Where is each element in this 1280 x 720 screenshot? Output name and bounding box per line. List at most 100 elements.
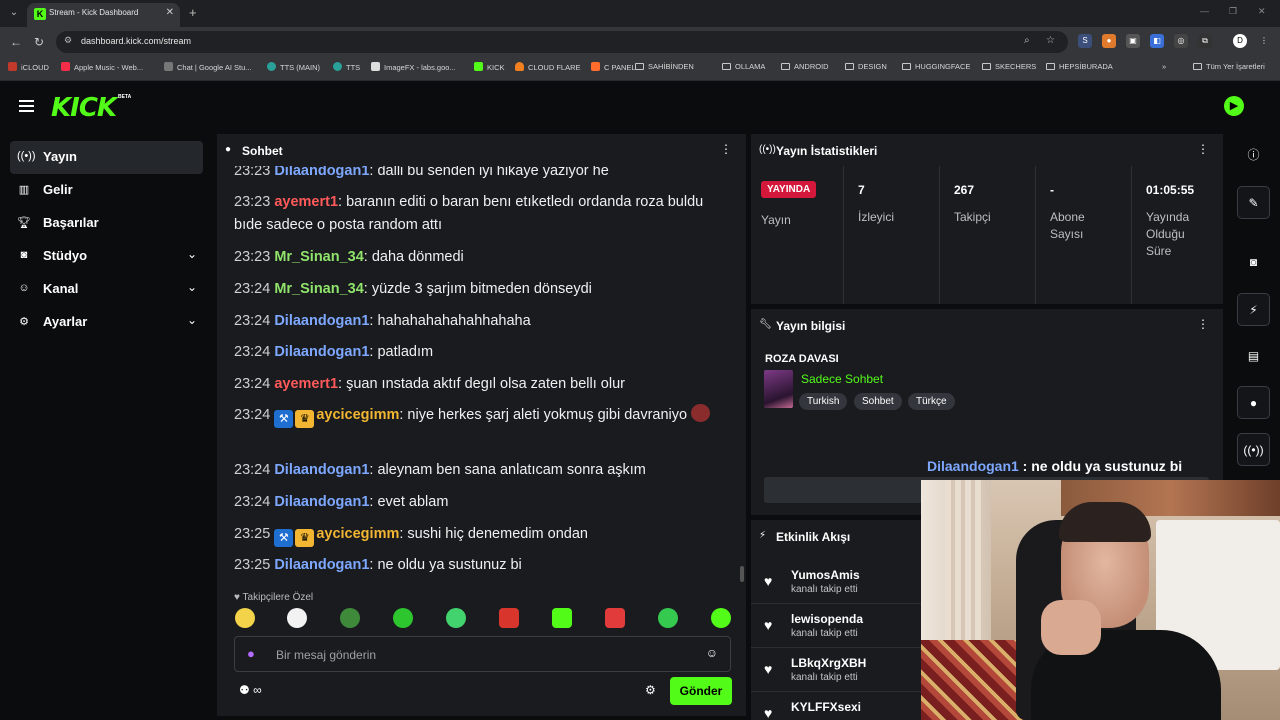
chat-username[interactable]: Dilaandogan1 [274, 344, 369, 360]
omnibox[interactable]: ⚙ dashboard.kick.com/stream ⌕ ☆ [56, 31, 1068, 53]
all-bookmarks-folder[interactable]: Tüm Yer İşaretleri [1193, 62, 1265, 71]
chat-username[interactable]: aycicegimm [316, 526, 399, 542]
bookmark-item[interactable]: KICK [474, 62, 505, 72]
bookmark-folder[interactable]: SKECHERS [982, 62, 1036, 71]
emote-icon[interactable] [235, 608, 255, 628]
browser-tab[interactable]: K Stream - Kick Dashboard ✕ [27, 3, 180, 27]
chat-username[interactable]: aycicegimm [316, 407, 399, 423]
chat-scrollbar[interactable] [740, 566, 744, 582]
tag[interactable]: Turkish [799, 393, 848, 410]
sidebar-item-ayarlar[interactable]: ⚙ Ayarlar ⌄ [10, 306, 203, 339]
bookmark-item[interactable]: TTS (MAIN) [267, 62, 320, 72]
hamburger-menu-icon[interactable] [19, 100, 34, 112]
new-tab-icon[interactable]: + [189, 5, 197, 20]
chat-menu-icon[interactable]: ⋮ [720, 142, 732, 156]
tag[interactable]: Sohbet [854, 393, 902, 410]
stats-menu-icon[interactable]: ⋮ [1197, 142, 1209, 156]
chat-username[interactable]: Dilaandogan1 [274, 313, 369, 329]
chat-bubble-icon[interactable]: ● [1237, 386, 1270, 419]
sidebar-item-basarilar[interactable]: 🏆︎ Başarılar [10, 207, 203, 240]
bookmark-folder[interactable]: ANDROID [781, 62, 829, 71]
lightning-icon[interactable]: ⚡︎ [1237, 293, 1270, 326]
chat-username[interactable]: ayemert1 [274, 376, 338, 392]
stream-title: ROZA DAVASI [765, 353, 839, 365]
chat-username[interactable]: Dilaandogan1 [274, 462, 369, 478]
stream-info-menu-icon[interactable]: ⋮ [1197, 317, 1209, 331]
emote-icon[interactable] [393, 608, 413, 628]
chat-username[interactable]: Mr_Sinan_34 [274, 249, 363, 265]
bookmark-star-icon[interactable]: ☆ [1046, 35, 1055, 46]
chat-username[interactable]: Dilaandogan1 [274, 494, 369, 510]
reload-icon[interactable]: ↻ [34, 35, 44, 49]
extension-s-icon[interactable]: S [1078, 34, 1092, 48]
extension-gray-icon[interactable]: ▣ [1126, 34, 1140, 48]
browser-menu-icon[interactable]: ⋮ [1257, 34, 1271, 48]
broadcast-icon[interactable]: ((•)) [1237, 433, 1270, 466]
bookmark-item[interactable]: TTS [333, 62, 360, 72]
minimize-icon[interactable]: — [1200, 6, 1209, 16]
emote-icon[interactable] [658, 608, 678, 628]
tab-search-icon[interactable]: ⌄ [6, 5, 22, 21]
emote-icon[interactable] [552, 608, 572, 628]
sidebar-item-kanal[interactable]: ☺ Kanal ⌄ [10, 273, 203, 306]
kick-logo[interactable]: KICK [51, 93, 117, 123]
close-tab-icon[interactable]: ✕ [166, 7, 174, 18]
chat-username[interactable]: Mr_Sinan_34 [274, 281, 363, 297]
user-avatar[interactable]: ▶ [1224, 96, 1244, 116]
chat-username[interactable]: ayemert1 [274, 194, 338, 210]
emote-icon[interactable] [499, 608, 519, 628]
profile-avatar[interactable]: D [1233, 34, 1247, 48]
close-window-icon[interactable]: ✕ [1258, 6, 1266, 17]
bookmark-item[interactable]: Apple Music - Web... [61, 62, 143, 72]
chat-footer-badges[interactable]: ⚉ ∞ [239, 683, 262, 697]
emote-icon[interactable] [340, 608, 360, 628]
notes-icon[interactable]: ▤ [1237, 340, 1270, 373]
info-icon[interactable]: ⓘ [1237, 139, 1270, 172]
bookmark-folder[interactable]: OLLAMA [722, 62, 765, 71]
camera-icon[interactable]: ◙ [1237, 246, 1270, 279]
broadcast-icon: ((•)) [17, 150, 36, 162]
chat-username[interactable]: Dilaandogan1 [274, 557, 369, 573]
extensions-puzzle-icon[interactable]: ⧉ [1198, 34, 1212, 48]
extension-blue-icon[interactable]: ◧ [1150, 34, 1164, 48]
back-icon[interactable]: ← [10, 35, 22, 49]
emote-icon[interactable] [711, 608, 731, 628]
site-info-icon[interactable]: ⚙ [64, 35, 72, 46]
chat-message: 23:24 Dilaandogan1: evet ablam [234, 494, 449, 510]
sidebar-item-gelir[interactable]: ▥ Gelir [10, 174, 203, 207]
emote-icon[interactable] [605, 608, 625, 628]
bookmarks-overflow-icon[interactable]: » [1162, 62, 1166, 71]
chat-panel: ● Sohbet ⋮ 23:23 Dilaandogan1: dalli bu … [217, 134, 746, 716]
bookmark-folder[interactable]: HUGGINGFACE [902, 62, 970, 71]
bookmark-item[interactable]: CLOUD FLARE [515, 62, 581, 72]
chat-settings-icon[interactable]: ⚙ [645, 683, 656, 697]
revenue-chart-icon: ▥ [18, 184, 30, 196]
bookmark-folder[interactable]: HEPSİBURADA [1046, 62, 1113, 71]
sidebar-item-yayin[interactable]: ((•)) Yayın [10, 141, 203, 174]
zoom-icon[interactable]: ⌕ [1024, 35, 1030, 46]
url-text: dashboard.kick.com/stream [81, 36, 192, 46]
restore-icon[interactable]: ❐ [1229, 6, 1237, 17]
edit-pencil-icon[interactable]: ✎ [1237, 186, 1270, 219]
stats-header: ((•)) Yayın İstatistikleri ⋮ [751, 134, 1223, 166]
send-button[interactable]: Gönder [670, 677, 732, 705]
microphone-icon[interactable]: ● [247, 646, 255, 661]
category-link[interactable]: Sadece Sohbet [801, 372, 883, 386]
sidebar-item-studyo[interactable]: ◙ Stüdyo ⌄ [10, 240, 203, 273]
extension-orange-icon[interactable]: ● [1102, 34, 1116, 48]
bookmark-folder[interactable]: DESIGN [845, 62, 887, 71]
studio-icon: ◙ [20, 249, 28, 261]
bookmark-item[interactable]: ImageFX - labs.goo... [371, 62, 456, 72]
chat-input[interactable]: ● Bir mesaj gönderin ☺ [234, 636, 731, 672]
bookmark-item[interactable]: C PANEL [591, 62, 636, 72]
emoji-picker-icon[interactable]: ☺ [706, 646, 718, 660]
bookmark-folder[interactable]: SAHİBİNDEN [635, 62, 694, 71]
extension-circle-icon[interactable]: ◎ [1174, 34, 1188, 48]
chat-username[interactable]: Dilaandogan1 [274, 166, 369, 179]
tag[interactable]: Türkçe [908, 393, 955, 410]
bookmark-item[interactable]: Chat | Google AI Stu... [164, 62, 252, 72]
bookmark-item[interactable]: iCLOUD [8, 62, 49, 72]
chat-message: 23:23 ayemert1: baranın editi o baran be… [234, 194, 704, 233]
emote-icon[interactable] [287, 608, 307, 628]
emote-icon[interactable] [446, 608, 466, 628]
